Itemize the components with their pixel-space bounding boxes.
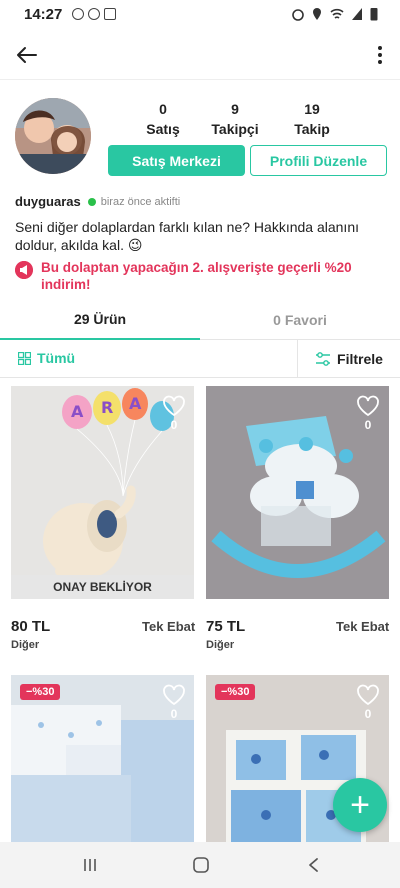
alarm-icon (292, 9, 304, 21)
discount-badge: −%30 (20, 684, 61, 700)
like-count: 0 (364, 707, 372, 721)
product-price: 80 TL (11, 618, 51, 635)
tab-products[interactable]: 29 Ürün (0, 300, 200, 340)
stat-sales-label: Satış (146, 121, 180, 137)
stat-sales[interactable]: 0 Satış (128, 101, 198, 137)
username-row: duyguaras biraz önce aktifti (15, 194, 180, 209)
battery-icon (370, 8, 378, 21)
screen: 14:27 0 Satış 9 Takipçi 19 Takip Satış M… (0, 0, 400, 888)
about-text: Seni diğer dolaplardan farklı kılan ne? … (15, 219, 359, 253)
heart-icon[interactable] (356, 395, 380, 417)
stat-followers[interactable]: 9 Takipçi (200, 101, 270, 137)
notification-icons (72, 8, 116, 20)
product-brand: Diğer (206, 639, 235, 651)
pinterest-icon (72, 8, 84, 20)
system-icons (292, 7, 378, 21)
heart-icon[interactable] (356, 684, 380, 706)
like-count: 0 (364, 418, 372, 432)
username: duyguaras (15, 194, 81, 209)
status-bar: 14:27 (0, 0, 400, 30)
add-product-button[interactable]: + (333, 778, 387, 832)
stat-following-label: Takip (294, 121, 330, 137)
stat-following-count: 19 (304, 101, 320, 117)
stat-following[interactable]: 19 Takip (277, 101, 347, 137)
avatar[interactable] (15, 98, 91, 174)
sliders-icon (316, 352, 331, 366)
app-bar (0, 30, 400, 80)
svg-text:A: A (129, 394, 142, 413)
pending-approval-label: ONAY BEKLİYOR (11, 575, 194, 599)
system-nav-bar (0, 842, 400, 888)
signal-icon (352, 8, 362, 20)
recents-icon[interactable] (82, 857, 98, 873)
product-size: Tek Ebat (142, 619, 196, 634)
avatar-photo (15, 98, 91, 174)
filter-label: Filtrele (337, 351, 383, 367)
stat-followers-label: Takipçi (211, 121, 259, 137)
tab-favorites[interactable]: 0 Favori (200, 300, 400, 340)
heart-icon[interactable] (162, 684, 186, 706)
edit-profile-button[interactable]: Profili Düzenle (250, 145, 387, 176)
like-count: 0 (170, 418, 178, 432)
whatsapp-icon (88, 8, 100, 20)
product-brand: Diğer (11, 639, 40, 651)
profile-tabs: 29 Ürün 0 Favori (0, 300, 400, 340)
arrow-left-icon[interactable] (12, 40, 42, 70)
grid-icon (18, 351, 31, 365)
svg-text:R: R (101, 398, 113, 417)
nav-back-icon[interactable] (306, 857, 322, 873)
product-price: 75 TL (206, 618, 246, 635)
sales-center-button[interactable]: Satış Merkezi (108, 145, 245, 176)
more-vertical-icon[interactable] (370, 40, 390, 70)
location-icon (313, 8, 321, 20)
online-status-dot (87, 197, 96, 206)
discount-badge: −%30 (215, 684, 256, 700)
package-icon (104, 8, 116, 20)
status-time: 14:27 (24, 6, 63, 23)
promo-banner: Bu dolaptan yapacağın 2. alışverişte geç… (15, 259, 385, 293)
all-label: Tümü (37, 350, 76, 366)
home-icon[interactable] (192, 856, 210, 874)
promo-text: Bu dolaptan yapacağın 2. alışverişte geç… (41, 260, 352, 292)
like-count: 0 (170, 707, 178, 721)
activity-status: biraz önce aktifti (100, 195, 181, 208)
filter-row: Tümü Filtrele (0, 340, 400, 378)
stat-followers-count: 9 (231, 101, 239, 117)
megaphone-icon (15, 261, 33, 279)
stat-sales-count: 0 (159, 101, 167, 117)
filter-button[interactable]: Filtrele (297, 340, 400, 378)
heart-icon[interactable] (162, 395, 186, 417)
wifi-icon (330, 8, 344, 19)
svg-text:A: A (71, 402, 84, 421)
all-products-toggle[interactable]: Tümü (18, 350, 75, 366)
product-size: Tek Ebat (336, 619, 390, 634)
